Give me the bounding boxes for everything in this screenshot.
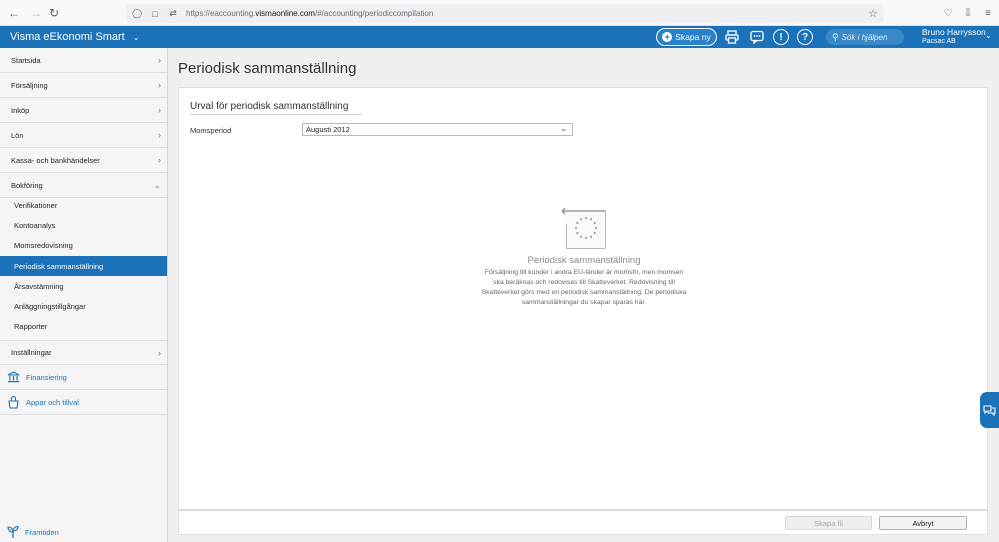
section-title: Urval för periodisk sammanställning <box>190 101 349 112</box>
forward-icon[interactable]: → <box>26 3 46 23</box>
sidebar: Startsida › Försäljning › Inköp › Lön › … <box>0 48 168 542</box>
sidebar-subitem-periodisk-sammanstallning[interactable]: Periodisk sammanställning <box>0 256 167 276</box>
chevron-down-icon[interactable]: ⌄ <box>985 31 992 40</box>
company-name: Pacsac AB <box>922 38 956 45</box>
create-file-button[interactable]: Skapa fil <box>785 516 872 530</box>
browser-toolbar: ← → ↻ ◯ □ ⇄ https://eaccounting.vismaonl… <box>0 0 999 26</box>
lock-icon[interactable]: □ <box>148 9 162 19</box>
sidebar-item-finansiering[interactable]: Finansiering <box>0 365 167 390</box>
sidebar-item-lon[interactable]: Lön › <box>0 123 167 148</box>
alert-icon[interactable]: ! <box>773 29 789 45</box>
download-icon[interactable]: ⇩ <box>959 4 977 22</box>
sidebar-item-forsaljning[interactable]: Försäljning › <box>0 73 167 98</box>
sidebar-item-inkop[interactable]: Inköp › <box>0 98 167 123</box>
create-new-button[interactable]: + Skapa ny <box>656 28 717 46</box>
selection-panel: Urval för periodisk sammanställning Moms… <box>178 87 988 510</box>
permissions-icon[interactable]: ⇄ <box>166 8 180 19</box>
menu-icon[interactable]: ≡ <box>979 4 997 22</box>
sprout-icon <box>7 525 19 540</box>
app-name: Visma eEkonomi Smart <box>10 31 125 43</box>
chevron-right-icon: › <box>158 348 161 358</box>
chevron-right-icon: › <box>158 155 161 165</box>
sidebar-subitem-arsavstamning[interactable]: Årsavstämning <box>0 276 167 296</box>
sidebar-subitem-verifikationer[interactable]: Verifikationer <box>0 195 167 215</box>
section-divider <box>190 114 362 115</box>
chevron-right-icon: › <box>158 80 161 90</box>
sidebar-subitem-rapporter[interactable]: Rapporter <box>0 316 167 336</box>
chevron-right-icon: › <box>158 105 161 115</box>
search-icon: ⚲ <box>832 31 839 42</box>
basket-icon <box>7 395 20 409</box>
bookmark-star-icon[interactable]: ☆ <box>868 7 878 20</box>
chat-support-button[interactable] <box>980 392 999 428</box>
period-label: Momsperiod <box>190 126 232 135</box>
pocket-icon[interactable]: ♡ <box>939 4 957 22</box>
message-icon[interactable] <box>749 29 765 45</box>
user-menu[interactable]: Bruno Harrysson Pacsac AB <box>922 27 986 47</box>
eu-document-icon <box>561 204 607 250</box>
chevron-down-icon: ⌄ <box>153 180 161 190</box>
print-icon[interactable] <box>724 29 740 45</box>
chevron-down-icon: ⌄ <box>132 32 140 42</box>
help-search-input[interactable]: ⚲ Sök i hjälpen <box>826 29 904 45</box>
app-switcher[interactable]: Visma eEkonomi Smart ⌄ <box>10 31 139 43</box>
period-select[interactable]: Augusti 2012 ⌄ <box>302 123 573 136</box>
sidebar-subitem-momsredovisning[interactable]: Momsredovisning <box>0 235 167 255</box>
empty-state-title: Periodisk sammanställning <box>527 255 641 266</box>
page-title: Periodisk sammanställning <box>178 60 357 77</box>
chevron-right-icon: › <box>158 130 161 140</box>
cancel-button[interactable]: Avbryt <box>879 516 967 530</box>
shield-icon[interactable]: ◯ <box>130 8 144 19</box>
chat-icon <box>983 405 996 416</box>
user-name: Bruno Harrysson <box>922 27 986 37</box>
url-bar[interactable]: ◯ □ ⇄ https://eaccounting.vismaonline.co… <box>126 4 884 23</box>
sidebar-item-kassa-bank[interactable]: Kassa- och bankhändelser › <box>0 148 167 173</box>
sidebar-subitem-anlaggningstillgangar[interactable]: Anläggningstillgångar <box>0 296 167 316</box>
back-icon[interactable]: ← <box>4 3 24 23</box>
url-text[interactable]: https://eaccounting.vismaonline.com/#/ac… <box>186 9 433 18</box>
plus-icon: + <box>662 32 673 42</box>
sidebar-item-installningar[interactable]: Inställningar › <box>0 340 167 365</box>
sidebar-item-framtiden[interactable]: Framtiden <box>7 525 59 540</box>
sidebar-subitem-kontoanalys[interactable]: Kontoanalys <box>0 215 167 235</box>
app-header: Visma eEkonomi Smart ⌄ + Skapa ny ! ? ⚲ … <box>0 26 999 48</box>
chevron-right-icon: › <box>158 55 161 65</box>
sidebar-item-appar-tillval[interactable]: Appar och tillval <box>0 390 167 415</box>
chevron-down-icon: ⌄ <box>560 124 567 133</box>
reload-icon[interactable]: ↻ <box>44 3 64 23</box>
action-bar: Skapa fil Avbryt <box>178 510 988 535</box>
bank-icon <box>7 371 20 384</box>
sidebar-item-startsida[interactable]: Startsida › <box>0 48 167 73</box>
help-icon[interactable]: ? <box>797 29 813 45</box>
empty-state-description: Försäljning till kunder i andra EU-lände… <box>481 269 687 306</box>
